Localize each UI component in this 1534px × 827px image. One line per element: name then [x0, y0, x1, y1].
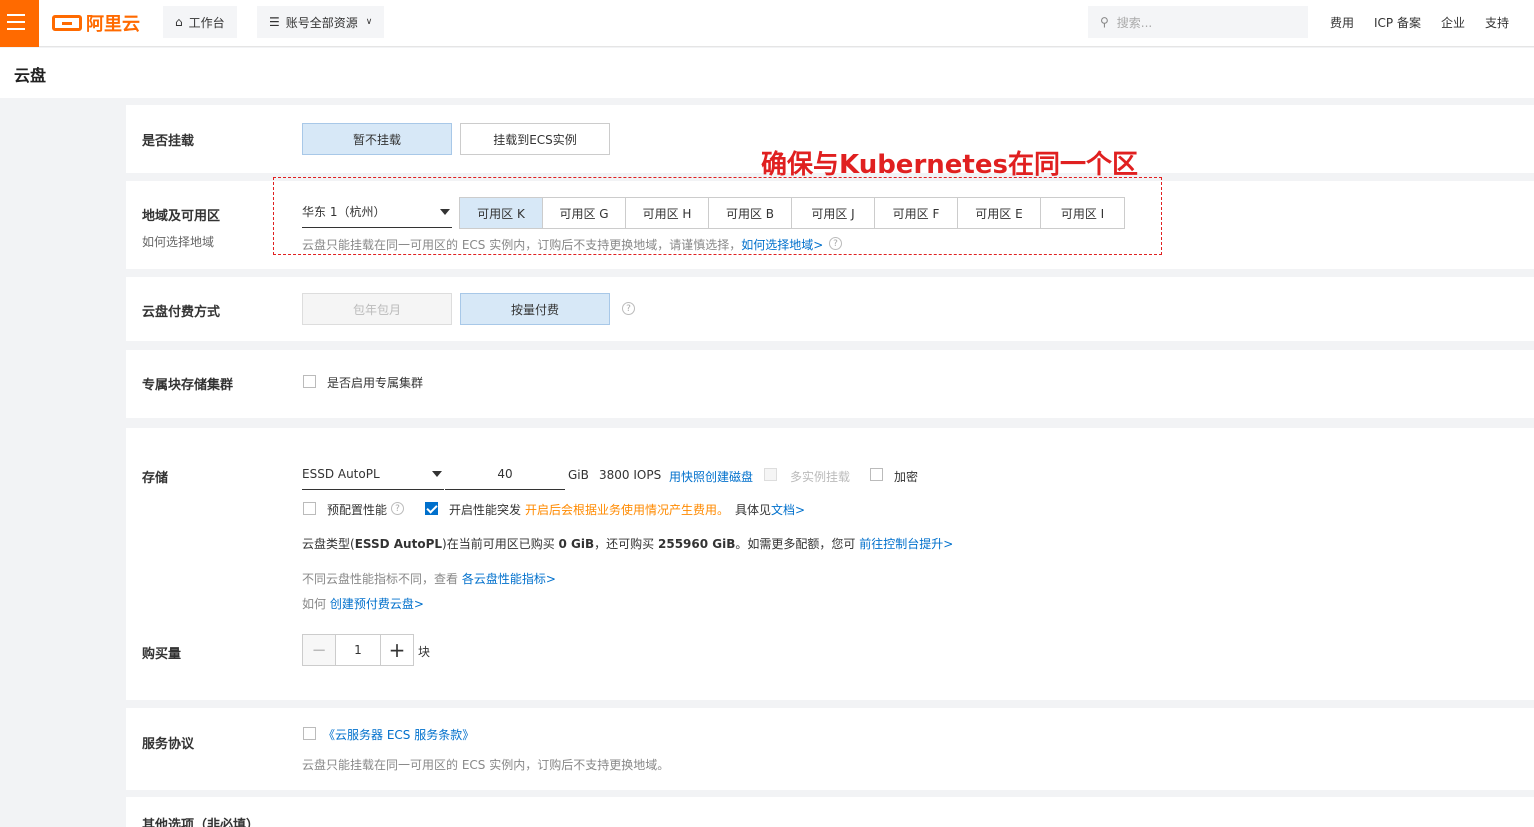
other-options-label[interactable]: 其他选项（非必填）: [142, 814, 259, 827]
quota-mid3: 。如需更多配额，您可: [735, 537, 860, 551]
nav-link-support[interactable]: 支持: [1485, 14, 1509, 31]
quantity-value[interactable]: 1: [335, 635, 381, 665]
top-navigation-bar: 阿里云 ⌂ 工作台 ☰ 账号全部资源 ∨ ⚲ 搜索... 费用 ICP 备案 企…: [0, 0, 1534, 47]
resources-label: 账号全部资源: [285, 15, 358, 30]
provisioned-checkbox[interactable]: [303, 502, 316, 515]
disk-type-value: ESSD AutoPL: [302, 466, 380, 481]
dedicated-label: 专属块存储集群: [142, 378, 234, 393]
quota-text: 云盘类型(ESSD AutoPL)在当前可用区已购买 0 GiB，还可购买 25…: [302, 535, 953, 552]
nav-link-enterprise[interactable]: 企业: [1441, 14, 1465, 31]
subscription-button[interactable]: 包年包月: [302, 293, 452, 325]
pay-as-you-go-button[interactable]: 按量付费: [460, 293, 610, 325]
encrypt-checkbox[interactable]: [870, 468, 883, 481]
quota-link[interactable]: 前往控制台提升>: [859, 537, 953, 551]
quota-remain: 255960 GiB: [658, 537, 736, 551]
list-icon: ☰: [269, 15, 280, 29]
quota-mid1: )在当前可用区已购买: [442, 537, 559, 551]
no-mount-button[interactable]: 暂不挂载: [302, 123, 452, 155]
storage-label: 存储: [142, 471, 169, 486]
region-help-link[interactable]: 如何选择地域: [142, 233, 214, 250]
quota-mid2: ，还可购买: [594, 537, 658, 551]
search-input[interactable]: ⚲ 搜索...: [1088, 6, 1308, 38]
perf-link[interactable]: 各云盘性能指标>: [462, 572, 556, 586]
provisioned-label: 预配置性能: [327, 503, 388, 517]
howto-link[interactable]: 创建预付费云盘>: [330, 597, 424, 611]
aliyun-logo[interactable]: 阿里云: [52, 10, 140, 36]
howto-prefix: 如何: [302, 597, 330, 611]
dedicated-checkbox[interactable]: [303, 375, 316, 388]
burst-notes: 开启后会根据业务使用情况产生费用。 具体见文档>: [525, 501, 805, 518]
home-icon: ⌂: [175, 15, 183, 29]
annotation-box: [273, 177, 1162, 255]
perf-text: 不同云盘性能指标不同，查看 各云盘性能指标>: [302, 570, 556, 587]
agreement-label: 服务协议: [142, 737, 195, 752]
quota-pre: 云盘类型(: [302, 537, 355, 551]
quantity-label: 购买量: [142, 647, 182, 662]
burst-more: 具体见: [735, 503, 772, 517]
multi-attach-checkbox[interactable]: [764, 468, 777, 481]
quantity-unit: 块: [418, 645, 431, 659]
search-placeholder: 搜索...: [1116, 15, 1153, 30]
nav-link-billing[interactable]: 费用: [1330, 14, 1354, 31]
perf-prefix: 不同云盘性能指标不同，查看: [302, 572, 462, 586]
burst-label: 开启性能突发: [449, 503, 522, 517]
burst-warning: 开启后会根据业务使用情况产生费用。: [525, 503, 730, 517]
logo-text: 阿里云: [86, 14, 140, 35]
disk-type-select[interactable]: ESSD AutoPL: [302, 458, 444, 490]
disk-size-input[interactable]: 40: [445, 458, 565, 490]
agreement-hint: 云盘只能挂载在同一可用区的 ECS 实例内，订购后不支持更换地域。: [302, 758, 670, 772]
dedicated-checkbox-label: 是否启用专属集群: [327, 376, 424, 390]
quota-bought: 0 GiB: [558, 537, 595, 551]
menu-icon[interactable]: [0, 0, 39, 47]
nav-link-icp[interactable]: ICP 备案: [1374, 14, 1421, 31]
agreement-checkbox[interactable]: [303, 727, 316, 740]
dedicated-cluster-section: 专属块存储集群 是否启用专属集群: [126, 350, 1534, 418]
workbench-button[interactable]: ⌂ 工作台: [163, 6, 237, 38]
quantity-stepper: − 1 +: [302, 634, 414, 666]
help-icon[interactable]: ?: [391, 502, 404, 515]
search-icon: ⚲: [1100, 15, 1109, 29]
resources-dropdown[interactable]: ☰ 账号全部资源 ∨: [257, 6, 385, 38]
title-bar: 云盘: [0, 48, 1534, 98]
help-icon[interactable]: ?: [622, 302, 635, 315]
size-unit: GiB: [568, 468, 589, 482]
page-title: 云盘: [14, 66, 47, 85]
billing-label: 云盘付费方式: [142, 305, 221, 320]
snapshot-link[interactable]: 用快照创建磁盘: [669, 468, 753, 485]
encrypt-label: 加密: [894, 470, 919, 484]
workbench-label: 工作台: [188, 15, 225, 30]
region-label: 地域及可用区: [142, 209, 221, 224]
howto-text: 如何 创建预付费云盘>: [302, 595, 424, 612]
iops-value: 3800 IOPS: [599, 468, 662, 482]
burst-doc-link[interactable]: 文档>: [771, 503, 805, 517]
minus-button[interactable]: −: [303, 635, 335, 665]
quota-type: ESSD AutoPL: [354, 537, 443, 551]
chevron-down-icon: ∨: [365, 17, 373, 27]
caret-down-icon: [432, 471, 442, 477]
annotation-text: 确保与Kubernetes在同一个区: [761, 150, 1138, 180]
plus-button[interactable]: +: [381, 635, 413, 665]
disk-size-value: 40: [497, 466, 513, 481]
agreement-section: 服务协议 《云服务器 ECS 服务条款》 云盘只能挂载在同一可用区的 ECS 实…: [126, 708, 1534, 790]
other-options-section: 其他选项（非必填）: [126, 797, 1534, 827]
burst-checkbox[interactable]: [425, 502, 438, 515]
multi-attach-label: 多实例挂载: [790, 470, 851, 484]
mount-label: 是否挂载: [142, 134, 195, 149]
agreement-link[interactable]: 《云服务器 ECS 服务条款》: [323, 726, 474, 743]
mount-ecs-button[interactable]: 挂载到ECS实例: [460, 123, 610, 155]
billing-section: 云盘付费方式 包年包月 按量付费 ?: [126, 277, 1534, 341]
logo-mark-icon: [52, 15, 82, 31]
